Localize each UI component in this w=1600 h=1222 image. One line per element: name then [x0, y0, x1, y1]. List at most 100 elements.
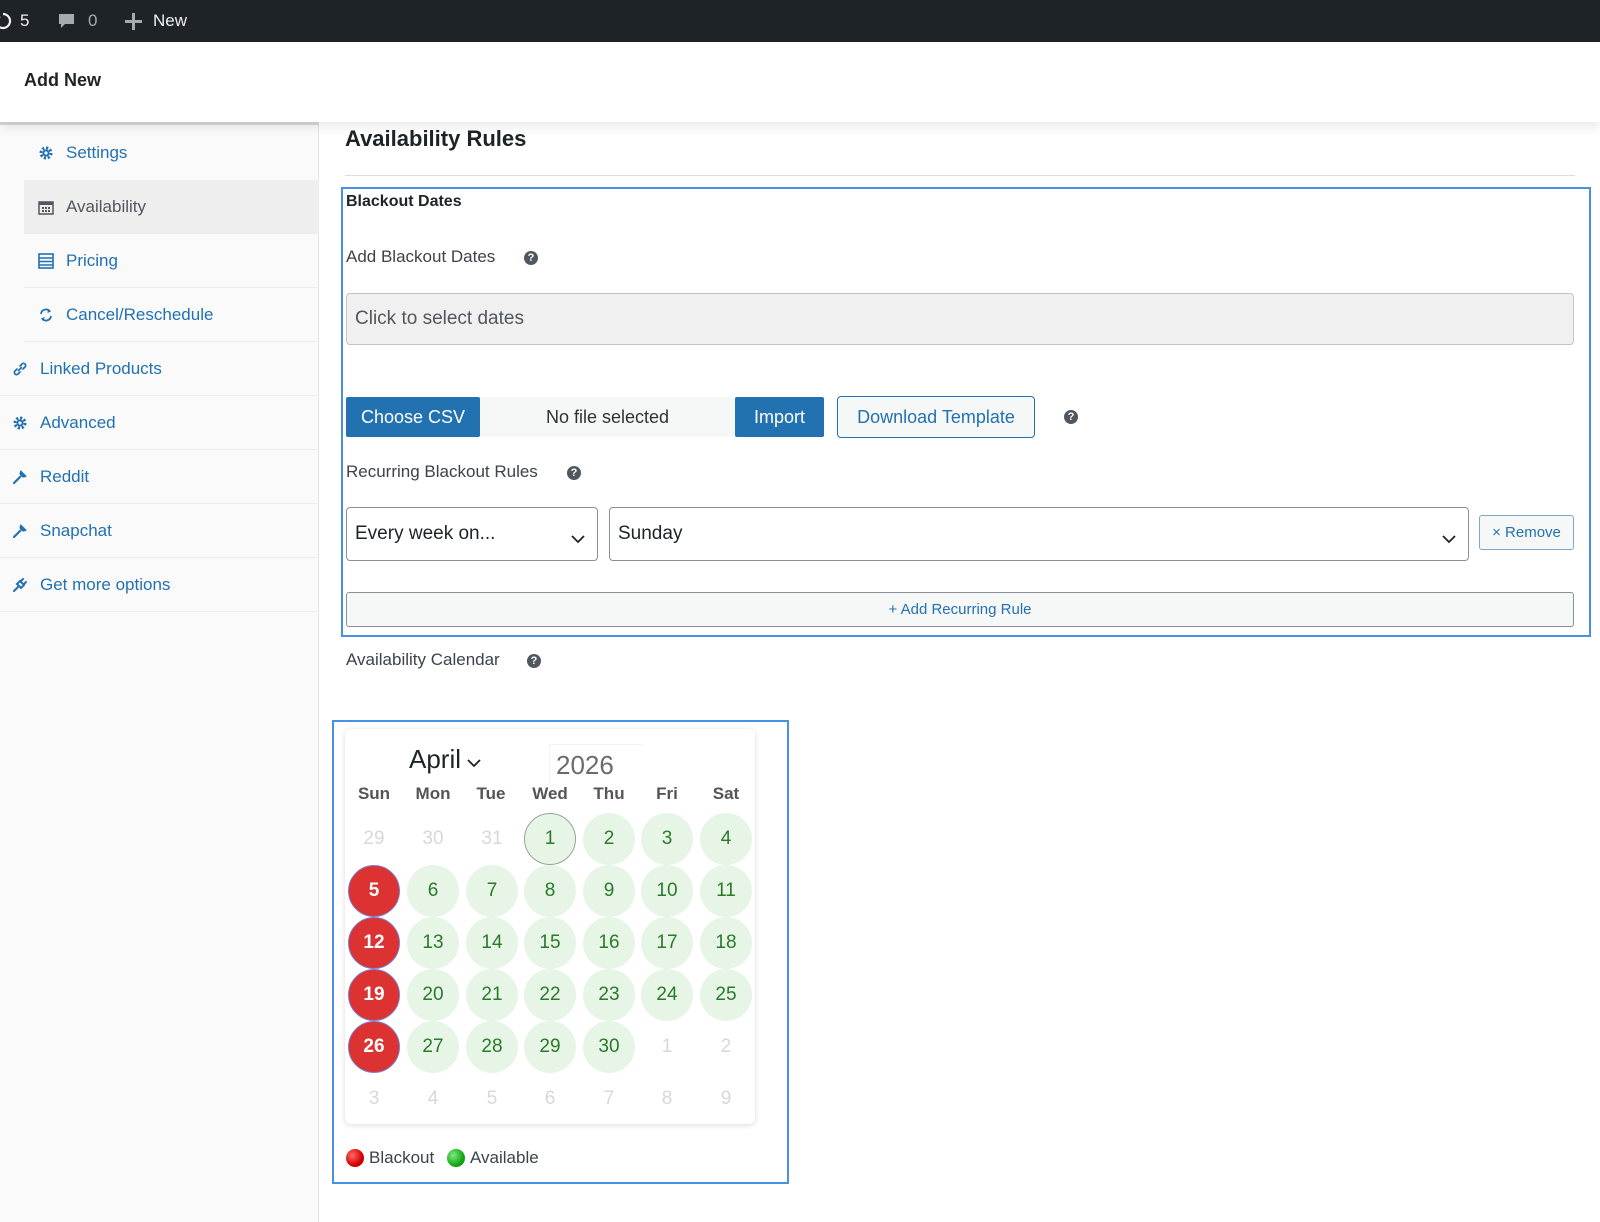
calendar-day[interactable]: 20 [407, 969, 459, 1021]
year-input[interactable]: 2026 [549, 744, 642, 786]
chevron-down-icon [571, 528, 585, 550]
tab-cancel-reschedule[interactable]: Cancel/Reschedule [24, 288, 319, 342]
comments-icon [57, 12, 76, 31]
download-template-button[interactable]: Download Template [837, 396, 1035, 438]
gear-icon [12, 415, 28, 431]
calendar-day[interactable]: 15 [524, 917, 576, 969]
tab-availability[interactable]: Availability [24, 180, 319, 234]
calendar-day[interactable]: 6 [407, 865, 459, 917]
calendar-day[interactable]: 27 [407, 1021, 459, 1073]
rule-day-select[interactable]: Sunday [609, 507, 1469, 561]
calendar-day[interactable]: 24 [641, 969, 693, 1021]
calendar-day-outside: 6 [544, 1088, 556, 1109]
tab-label: Get more options [40, 574, 171, 594]
choose-csv-button[interactable]: Choose CSV [346, 397, 480, 437]
calendar-day[interactable]: 28 [466, 1021, 518, 1073]
link-icon [12, 361, 28, 377]
weekday-header: Sat [712, 784, 740, 803]
calendar-day[interactable]: 22 [524, 969, 576, 1021]
comments-link[interactable]: 0 [57, 0, 97, 42]
new-content-link[interactable]: New [124, 0, 187, 42]
calendar-day[interactable]: 2 [583, 813, 635, 865]
calendar-day[interactable]: 19 [348, 969, 400, 1021]
calendar-day[interactable]: 29 [524, 1021, 576, 1073]
tab-label: Advanced [40, 412, 116, 432]
calendar-day[interactable]: 14 [466, 917, 518, 969]
calendar-day[interactable]: 23 [583, 969, 635, 1021]
page-title: Add New [24, 70, 102, 90]
chevron-down-icon [467, 744, 481, 775]
updates-icon [0, 12, 12, 30]
tab-pricing[interactable]: Pricing [24, 234, 319, 288]
calendar-day[interactable]: 21 [466, 969, 518, 1021]
section-heading: Availability Rules [345, 126, 527, 151]
help-icon[interactable]: ? [524, 251, 538, 265]
calendar-icon [38, 199, 54, 215]
updates-count: 5 [20, 11, 30, 30]
calendar-day-outside: 5 [486, 1088, 498, 1109]
calendar-day-outside: 9 [720, 1088, 732, 1109]
calendar-day-outside: 30 [422, 828, 444, 849]
comments-count: 0 [88, 11, 98, 30]
tab-snapchat[interactable]: Snapchat [0, 504, 319, 558]
rule-frequency-value: Every week on... [355, 523, 496, 544]
legend-blackout: Blackout [346, 1148, 434, 1168]
divider [345, 175, 1575, 176]
remove-rule-button[interactable]: × Remove [1479, 515, 1574, 550]
blackout-section-title: Blackout Dates [346, 193, 462, 210]
date-placeholder: Click to select dates [355, 308, 524, 329]
calendar-day[interactable]: 1 [524, 813, 576, 865]
calendar-day[interactable]: 10 [641, 865, 693, 917]
calendar-day[interactable]: 5 [348, 865, 400, 917]
product-data-tabs: Settings Availability Pricing Cancel/Res… [0, 122, 319, 1222]
help-icon[interactable]: ? [527, 654, 541, 668]
calendar-day[interactable]: 30 [583, 1021, 635, 1073]
calendar-day-outside: 4 [427, 1088, 439, 1109]
updates-link[interactable]: 5 [0, 0, 29, 42]
help-icon[interactable]: ? [1064, 410, 1078, 424]
page-header: Add New [0, 42, 1600, 122]
recurring-rules-label: Recurring Blackout Rules [346, 462, 538, 481]
list-icon [38, 252, 54, 269]
calendar-day[interactable]: 26 [348, 1021, 400, 1073]
blackout-date-picker-input[interactable]: Click to select dates [346, 293, 1574, 345]
tab-label: Settings [66, 143, 128, 162]
tab-advanced[interactable]: Advanced [0, 396, 319, 450]
calendar-day[interactable]: 17 [641, 917, 693, 969]
month-select[interactable]: April [409, 744, 481, 775]
calendar-day[interactable]: 3 [641, 813, 693, 865]
availability-calendar-label: Availability Calendar [346, 650, 500, 669]
calendar-day[interactable]: 9 [583, 865, 635, 917]
red-dot-icon [346, 1149, 364, 1167]
add-blackout-label: Add Blackout Dates [346, 247, 496, 266]
calendar-day[interactable]: 8 [524, 865, 576, 917]
calendar-day[interactable]: 7 [466, 865, 518, 917]
tab-settings[interactable]: Settings [24, 126, 319, 180]
weekday-header: Wed [532, 784, 568, 803]
rule-frequency-select[interactable]: Every week on... [346, 507, 598, 561]
tab-label: Snapchat [40, 520, 112, 540]
calendar-day[interactable]: 13 [407, 917, 459, 969]
legend-available: Available [447, 1148, 539, 1168]
calendar-day[interactable]: 12 [348, 917, 400, 969]
calendar-day[interactable]: 11 [700, 865, 752, 917]
refresh-icon [38, 307, 54, 323]
calendar-day[interactable]: 18 [700, 917, 752, 969]
calendar-day-outside: 3 [368, 1088, 380, 1109]
weekday-header: Mon [415, 784, 451, 803]
calendar-day[interactable]: 16 [583, 917, 635, 969]
tab-reddit[interactable]: Reddit [0, 450, 319, 504]
import-button[interactable]: Import [735, 397, 824, 437]
calendar-day[interactable]: 25 [700, 969, 752, 1021]
calendar-day[interactable]: 4 [700, 813, 752, 865]
add-recurring-rule-button[interactable]: + Add Recurring Rule [346, 592, 1574, 627]
plus-icon [124, 12, 143, 31]
plug-icon [12, 577, 28, 593]
tab-label: Pricing [66, 250, 118, 270]
tab-linked-products[interactable]: Linked Products [0, 342, 319, 396]
weekday-header: Thu [593, 784, 625, 803]
help-icon[interactable]: ? [567, 466, 581, 480]
tab-get-more-options[interactable]: Get more options [0, 558, 319, 612]
file-status: No file selected [480, 397, 735, 437]
calendar-day-outside: 1 [661, 1036, 673, 1057]
